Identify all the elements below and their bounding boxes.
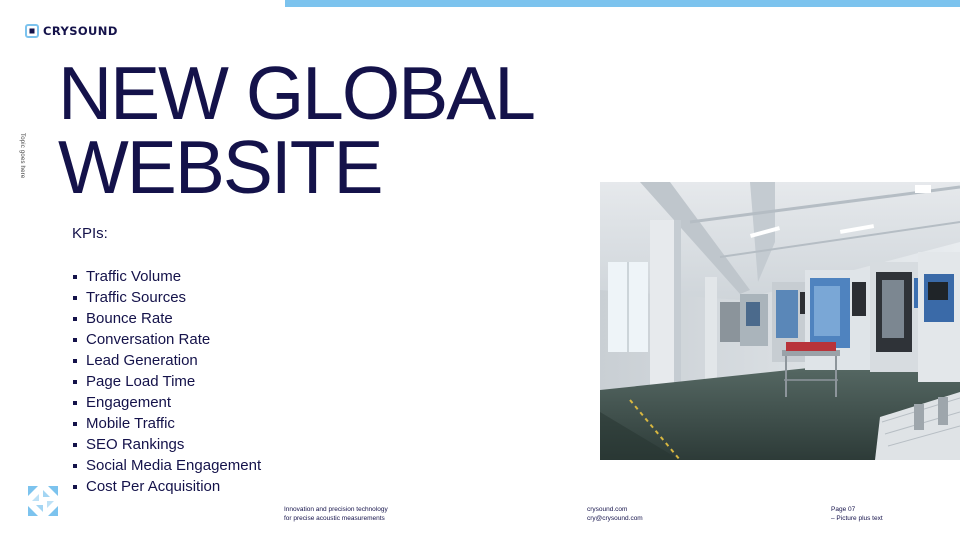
bullet-icon <box>73 274 77 279</box>
footer-contact: crysound.com cry@crysound.com <box>587 506 643 523</box>
footer-email: cry@crysound.com <box>587 514 643 522</box>
footer-tagline: Innovation and precision technology for … <box>284 506 388 522</box>
bullet-icon <box>73 400 77 405</box>
layout-name: – Picture plus text <box>831 514 883 522</box>
kpi-item: Page Load Time <box>72 371 261 392</box>
kpi-item: Traffic Sources <box>72 287 261 308</box>
kpi-item: Conversation Rate <box>72 329 261 350</box>
side-topic-label: Topic goes here <box>19 133 25 179</box>
slide-title: NEW GLOBAL WEBSITE <box>58 51 536 209</box>
kpi-item: Engagement <box>72 392 261 413</box>
title-line-1: NEW GLOBAL <box>58 51 536 135</box>
bullet-icon <box>73 442 77 447</box>
crysound-logo-icon <box>25 24 39 38</box>
brand-logo: CRYSOUND <box>25 23 118 39</box>
kpi-item: Lead Generation <box>72 350 261 371</box>
bullet-icon <box>73 484 77 489</box>
brand-name: CRYSOUND <box>43 24 118 38</box>
kpi-item: Mobile Traffic <box>72 413 261 434</box>
footer-website: crysound.com <box>587 506 628 513</box>
kpi-item: Traffic Volume <box>72 266 261 287</box>
bullet-icon <box>73 463 77 468</box>
bullet-icon <box>73 379 77 384</box>
footer-page-info: Page 07 – Picture plus text <box>831 506 883 523</box>
page-number: Page 07 <box>831 506 856 513</box>
factory-floor-illustration <box>600 182 960 460</box>
kpi-list: Traffic Volume Traffic Sources Bounce Ra… <box>72 266 261 497</box>
bullet-icon <box>73 358 77 363</box>
kpi-item: Cost Per Acquisition <box>72 476 261 497</box>
factory-photo <box>600 182 960 460</box>
bullet-icon <box>73 421 77 426</box>
title-line-2: WEBSITE <box>58 125 384 209</box>
kpi-item: Social Media Engagement <box>72 455 261 476</box>
top-accent-bar <box>285 0 960 7</box>
kpi-item: Bounce Rate <box>72 308 261 329</box>
bullet-icon <box>73 295 77 300</box>
bullet-icon <box>73 337 77 342</box>
kpi-heading: KPIs: <box>72 225 108 242</box>
brand-mark-icon <box>28 486 58 516</box>
kpi-item: SEO Rankings <box>72 434 261 455</box>
bullet-icon <box>73 316 77 321</box>
